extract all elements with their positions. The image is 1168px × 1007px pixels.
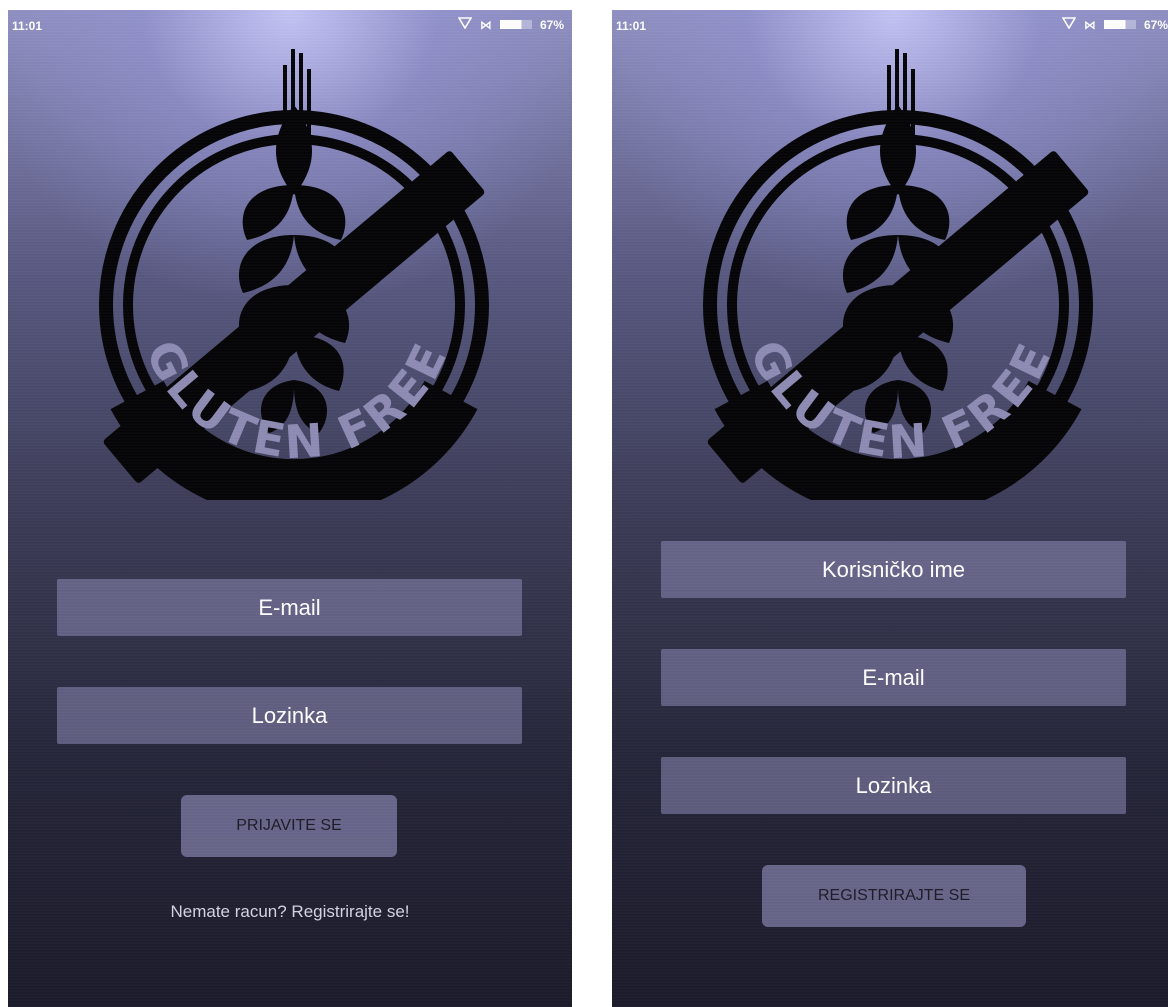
battery-icon bbox=[1103, 20, 1136, 29]
signal-icon bbox=[457, 17, 473, 32]
status-time: 11:01 bbox=[12, 19, 43, 33]
battery-percent: 67% bbox=[539, 17, 564, 32]
password-placeholder: Lozinka bbox=[855, 772, 932, 798]
register-button-label: REGISTRIRAJTE SE bbox=[817, 887, 971, 904]
login-button[interactable]: PRIJAVITE SE bbox=[181, 795, 397, 857]
battery-icon bbox=[499, 20, 532, 29]
register-link[interactable]: Nemate racun? Registrirajte se! bbox=[8, 902, 572, 922]
username-placeholder: Korisničko ime bbox=[821, 556, 966, 582]
register-button[interactable]: REGISTRIRAJTE SE bbox=[762, 865, 1026, 927]
status-bar: 11:01 ⋈ 67% bbox=[612, 10, 1168, 38]
gluten-free-logo bbox=[97, 35, 491, 500]
status-bar: 11:01 ⋈ 67% bbox=[8, 10, 572, 38]
email-placeholder: E-mail bbox=[862, 664, 925, 690]
username-field[interactable]: Korisničko ime bbox=[661, 541, 1126, 598]
email-placeholder: E-mail bbox=[258, 594, 321, 620]
email-field[interactable]: E-mail bbox=[661, 649, 1126, 706]
gluten-free-logo bbox=[701, 35, 1095, 500]
status-icons: ⋈ 67% bbox=[1061, 17, 1168, 32]
network-icon: ⋈ bbox=[479, 17, 492, 32]
battery-percent: 67% bbox=[1143, 17, 1168, 32]
signal-icon bbox=[1061, 17, 1077, 32]
register-screen: 11:01 ⋈ 67% Korisničko ime E-mail Lozink… bbox=[612, 10, 1168, 1007]
status-icons: ⋈ 67% bbox=[457, 17, 564, 32]
login-button-label: PRIJAVITE SE bbox=[236, 817, 342, 834]
password-field[interactable]: Lozinka bbox=[661, 757, 1126, 814]
password-placeholder: Lozinka bbox=[251, 702, 328, 728]
login-screen: 11:01 ⋈ 67% E-mail Lozinka PRIJAVITE SE … bbox=[8, 10, 572, 1007]
network-icon: ⋈ bbox=[1083, 17, 1096, 32]
email-field[interactable]: E-mail bbox=[57, 579, 522, 636]
password-field[interactable]: Lozinka bbox=[57, 687, 522, 744]
status-time: 11:01 bbox=[616, 19, 647, 33]
